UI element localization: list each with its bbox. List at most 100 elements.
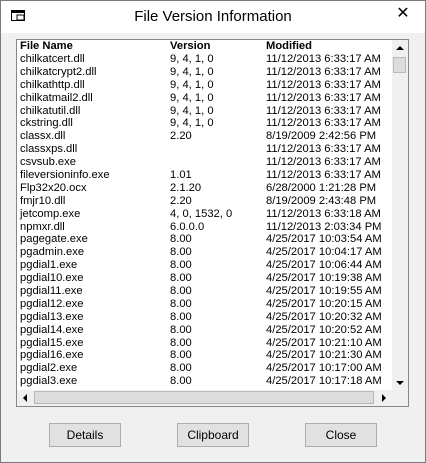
version-cell: 8.00: [170, 310, 192, 323]
scroll-down-arrow-icon[interactable]: [392, 375, 408, 391]
version-cell: 9, 4, 1, 0: [170, 65, 214, 78]
file-name-cell: chilkathttp.dll: [20, 78, 85, 91]
file-name-cell: pgdial14.exe: [20, 323, 84, 336]
scroll-right-arrow-icon[interactable]: [376, 390, 392, 406]
list-item[interactable]: chilkatmail2.dll 9, 4, 1, 0 11/12/2013 6:3…: [17, 92, 393, 105]
file-name-cell: pgdial3.exe: [20, 375, 78, 388]
vertical-scrollbar[interactable]: [392, 40, 408, 391]
file-name-cell: Flp32x20.ocx: [20, 181, 87, 194]
list-item[interactable]: chilkatcrypt2.dll 9, 4, 1, 0 11/12/2013 6:…: [17, 66, 393, 79]
file-name-cell: classxps.dll: [20, 143, 78, 156]
file-name-cell: chilkatutil.dll: [20, 104, 81, 117]
version-cell: 8.00: [170, 259, 192, 272]
column-header-version[interactable]: Version: [170, 40, 210, 53]
modified-cell: 11/12/2013 6:33:17 AM: [266, 156, 381, 169]
scroll-left-arrow-icon[interactable]: [17, 390, 33, 406]
file-name-cell: npmxr.dll: [20, 220, 65, 233]
file-name-cell: ckstring.dll: [20, 117, 73, 130]
list-item[interactable]: jetcomp.exe 4, 0, 1532, 0 11/12/2013 6:33:…: [17, 208, 393, 221]
modified-cell: 4/25/2017 10:19:55 AM: [266, 285, 382, 298]
list-item[interactable]: pgdial13.exe 8.00 4/25/2017 10:20:32 AM: [17, 311, 393, 324]
column-header-file-name[interactable]: File Name: [20, 40, 73, 53]
close-button[interactable]: Close: [305, 423, 377, 447]
modified-cell: 6/28/2000 1:21:28 PM: [266, 181, 377, 194]
modified-cell: 11/12/2013 6:33:17 AM: [266, 117, 381, 130]
column-header-row: File Name Version Modified: [17, 40, 393, 53]
version-cell: 8.00: [170, 362, 192, 375]
list-item[interactable]: csvsub.exe 11/12/2013 6:33:17 AM: [17, 156, 393, 169]
list-item[interactable]: chilkatutil.dll 9, 4, 1, 0 11/12/2013 6:33…: [17, 105, 393, 118]
title-bar: File Version Information ✕: [1, 1, 425, 33]
list-item[interactable]: classx.dll 2.20 8/19/2009 2:42:56 PM: [17, 130, 393, 143]
version-cell: 8.00: [170, 285, 192, 298]
list-item[interactable]: pagegate.exe 8.00 4/25/2017 10:03:54 AM: [17, 233, 393, 246]
list-item[interactable]: Flp32x20.ocx 2.1.20 6/28/2000 1:21:28 PM: [17, 182, 393, 195]
modified-cell: 4/25/2017 10:19:38 AM: [266, 272, 382, 285]
list-item[interactable]: pgdial15.exe 8.00 4/25/2017 10:21:10 AM: [17, 337, 393, 350]
list-item[interactable]: pgdial10.exe 8.00 4/25/2017 10:19:38 AM: [17, 272, 393, 285]
clipboard-button[interactable]: Clipboard: [177, 423, 249, 447]
version-cell: 9, 4, 1, 0: [170, 117, 214, 130]
file-list-rows: File Name Version Modified chilkatcert.d…: [17, 40, 393, 392]
list-item[interactable]: fileversioninfo.exe 1.01 11/12/2013 6:33:1…: [17, 169, 393, 182]
horizontal-scroll-thumb[interactable]: [34, 391, 374, 404]
list-item[interactable]: fmjr10.dll 2.20 8/19/2009 2:43:48 PM: [17, 195, 393, 208]
column-header-modified[interactable]: Modified: [266, 40, 312, 53]
modified-cell: 11/12/2013 6:33:17 AM: [266, 78, 381, 91]
list-item[interactable]: pgdial11.exe 8.00 4/25/2017 10:19:55 AM: [17, 285, 393, 298]
file-list[interactable]: File Name Version Modified chilkatcert.d…: [16, 39, 409, 407]
modified-cell: 11/12/2013 6:33:17 AM: [266, 104, 381, 117]
file-name-cell: pgadmin.exe: [20, 246, 85, 259]
list-item[interactable]: pgdial2.exe 8.00 4/25/2017 10:17:00 AM: [17, 362, 393, 375]
modified-cell: 8/19/2009 2:43:48 PM: [266, 194, 377, 207]
modified-cell: 11/12/2013 6:33:17 AM: [266, 65, 381, 78]
version-cell: 4, 0, 1532, 0: [170, 207, 233, 220]
modified-cell: 4/25/2017 10:04:17 AM: [266, 246, 382, 259]
file-name-cell: chilkatcert.dll: [20, 53, 85, 65]
list-item[interactable]: npmxr.dll 6.0.0.0 11/12/2013 2:03:34 PM: [17, 221, 393, 234]
details-button[interactable]: Details: [49, 423, 121, 447]
modified-cell: 11/12/2013 6:33:17 AM: [266, 169, 381, 182]
list-item[interactable]: pgdial14.exe 8.00 4/25/2017 10:20:52 AM: [17, 324, 393, 337]
list-item[interactable]: ckstring.dll 9, 4, 1, 0 11/12/2013 6:33:17…: [17, 117, 393, 130]
vertical-scroll-thumb[interactable]: [393, 57, 406, 73]
version-cell: 1.01: [170, 169, 192, 182]
version-cell: 8.00: [170, 336, 192, 349]
file-name-cell: pgdial10.exe: [20, 272, 84, 285]
file-name-cell: pgdial1.exe: [20, 259, 78, 272]
list-item[interactable]: pgadmin.exe 8.00 4/25/2017 10:04:17 AM: [17, 246, 393, 259]
list-item[interactable]: chilkatcert.dll 9, 4, 1, 0 11/12/2013 6:33…: [17, 53, 393, 66]
file-name-cell: pgdial13.exe: [20, 310, 84, 323]
version-cell: 8.00: [170, 323, 192, 336]
file-name-cell: chilkatmail2.dll: [20, 91, 93, 104]
version-cell: 9, 4, 1, 0: [170, 53, 214, 65]
modified-cell: 4/25/2017 10:20:32 AM: [266, 310, 382, 323]
list-item[interactable]: pgdial3.exe 8.00 4/25/2017 10:17:18 AM: [17, 375, 393, 388]
version-cell: 9, 4, 1, 0: [170, 78, 214, 91]
list-item[interactable]: chilkathttp.dll 9, 4, 1, 0 11/12/2013 6:33…: [17, 79, 393, 92]
version-cell: 8.00: [170, 375, 192, 388]
file-name-cell: fileversioninfo.exe: [20, 169, 110, 182]
version-cell: 9, 4, 1, 0: [170, 104, 214, 117]
list-item[interactable]: classxps.dll 11/12/2013 6:33:17 AM: [17, 143, 393, 156]
version-cell: 6.0.0.0: [170, 220, 205, 233]
version-cell: 8.00: [170, 349, 192, 362]
close-icon[interactable]: ✕: [389, 3, 417, 25]
modified-cell: 11/12/2013 2:03:34 PM: [266, 220, 382, 233]
file-name-cell: pgdial15.exe: [20, 336, 84, 349]
list-item[interactable]: pgdial16.exe 8.00 4/25/2017 10:21:30 AM: [17, 349, 393, 362]
version-cell: 8.00: [170, 233, 192, 246]
modified-cell: 4/25/2017 10:20:52 AM: [266, 323, 382, 336]
modified-cell: 4/25/2017 10:21:10 AM: [266, 336, 382, 349]
list-item[interactable]: pgdial12.exe 8.00 4/25/2017 10:20:15 AM: [17, 298, 393, 311]
file-name-cell: classx.dll: [20, 130, 66, 143]
list-item[interactable]: pgdial1.exe 8.00 4/25/2017 10:06:44 AM: [17, 259, 393, 272]
file-name-cell: chilkatcrypt2.dll: [20, 65, 97, 78]
horizontal-scrollbar[interactable]: [17, 390, 392, 406]
scroll-up-arrow-icon[interactable]: [392, 40, 408, 56]
version-cell: 8.00: [170, 246, 192, 259]
file-name-cell: pgdial2.exe: [20, 362, 78, 375]
version-cell: 8.00: [170, 272, 192, 285]
modified-cell: 11/12/2013 6:33:18 AM: [266, 207, 381, 220]
modified-cell: 4/25/2017 10:20:15 AM: [266, 297, 382, 310]
